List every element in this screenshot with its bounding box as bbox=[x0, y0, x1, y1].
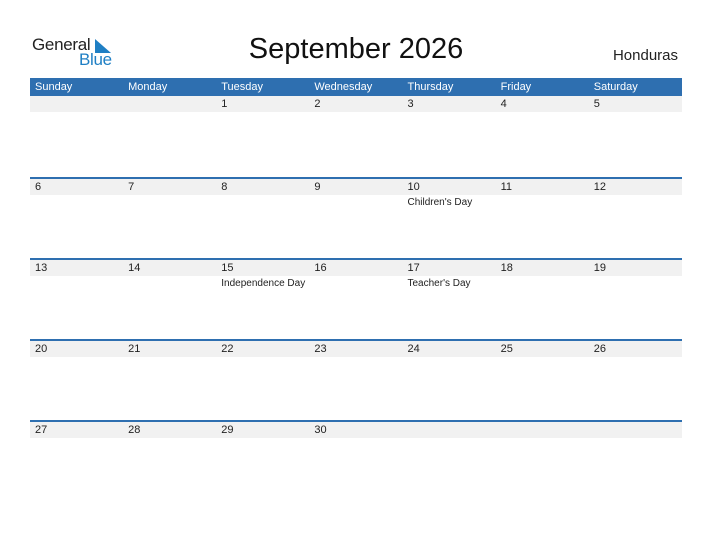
day-number: 18 bbox=[500, 262, 513, 274]
day-number: 22 bbox=[221, 343, 234, 355]
day-number: 15 bbox=[221, 262, 234, 274]
date-band bbox=[495, 422, 589, 438]
day-cell: 6 bbox=[30, 179, 124, 258]
day-number: 20 bbox=[35, 343, 48, 355]
day-number: 12 bbox=[593, 181, 606, 193]
day-cell bbox=[402, 422, 496, 501]
date-band bbox=[402, 96, 496, 112]
weekday-thursday: Thursday bbox=[407, 81, 454, 93]
day-number: 29 bbox=[221, 424, 234, 436]
day-number: 19 bbox=[593, 262, 606, 274]
holiday-label: Independence Day bbox=[221, 278, 306, 289]
day-cell: 28 bbox=[123, 422, 217, 501]
day-number: 16 bbox=[314, 262, 327, 274]
day-cell bbox=[588, 422, 682, 501]
day-number: 28 bbox=[128, 424, 141, 436]
week-row: 1 2 3 4 5 bbox=[30, 96, 682, 177]
day-cell bbox=[123, 96, 217, 177]
day-cell: 13 bbox=[30, 260, 124, 339]
date-band bbox=[30, 96, 124, 112]
day-number: 11 bbox=[500, 181, 513, 193]
week-row: 6 7 8 9 10 Children's Day 11 12 bbox=[30, 177, 682, 258]
day-number: 25 bbox=[500, 343, 513, 355]
day-cell: 9 bbox=[309, 179, 403, 258]
country-label: Honduras bbox=[612, 47, 678, 64]
day-number: 21 bbox=[128, 343, 141, 355]
day-cell: 21 bbox=[123, 341, 217, 420]
day-cell: 20 bbox=[30, 341, 124, 420]
day-number: 3 bbox=[407, 98, 414, 110]
day-number: 4 bbox=[500, 98, 507, 110]
week-row: 27 28 29 30 bbox=[30, 420, 682, 501]
week-row: 13 14 15 Independence Day 16 17 Teacher's Day 1… bbox=[30, 258, 682, 339]
day-cell: 27 bbox=[30, 422, 124, 501]
date-band bbox=[402, 422, 496, 438]
calendar-grid: Sunday Monday Tuesday Wednesday Thursday… bbox=[30, 78, 682, 501]
day-cell bbox=[495, 422, 589, 501]
day-cell: 14 bbox=[123, 260, 217, 339]
weekday-wednesday: Wednesday bbox=[314, 81, 373, 93]
day-number: 23 bbox=[314, 343, 327, 355]
day-number: 9 bbox=[314, 181, 321, 193]
weekday-tuesday: Tuesday bbox=[221, 81, 264, 93]
day-cell: 22 bbox=[216, 341, 310, 420]
day-cell: 17 Teacher's Day bbox=[402, 260, 496, 339]
day-cell: 2 bbox=[309, 96, 403, 177]
day-cell bbox=[30, 96, 124, 177]
day-cell: 15 Independence Day bbox=[216, 260, 310, 339]
day-number: 5 bbox=[593, 98, 600, 110]
day-cell: 23 bbox=[309, 341, 403, 420]
page-title: September 2026 bbox=[248, 33, 464, 65]
day-cell: 4 bbox=[495, 96, 589, 177]
day-cell: 7 bbox=[123, 179, 217, 258]
weekday-friday: Friday bbox=[500, 81, 532, 93]
day-cell: 8 bbox=[216, 179, 310, 258]
day-cell: 1 bbox=[216, 96, 310, 177]
weekday-sunday: Sunday bbox=[35, 81, 73, 93]
day-cell: 16 bbox=[309, 260, 403, 339]
date-band bbox=[123, 179, 217, 195]
day-number: 14 bbox=[128, 262, 141, 274]
day-number: 24 bbox=[407, 343, 420, 355]
day-number: 26 bbox=[593, 343, 606, 355]
weekday-saturday: Saturday bbox=[593, 81, 638, 93]
day-cell: 5 bbox=[588, 96, 682, 177]
date-band bbox=[309, 96, 403, 112]
date-band bbox=[588, 96, 682, 112]
weeks-container: 1 2 3 4 5 6 7 8 9 10 Children's Day 11 12 13 14 15 Indep… bbox=[30, 96, 682, 501]
day-number: 2 bbox=[314, 98, 321, 110]
date-band bbox=[123, 96, 217, 112]
holiday-label: Teacher's Day bbox=[407, 278, 471, 289]
day-cell: 3 bbox=[402, 96, 496, 177]
date-band bbox=[216, 96, 310, 112]
day-number: 13 bbox=[35, 262, 48, 274]
date-band bbox=[495, 96, 589, 112]
day-cell: 30 bbox=[309, 422, 403, 501]
day-cell: 10 Children's Day bbox=[402, 179, 496, 258]
day-number: 27 bbox=[35, 424, 48, 436]
day-number: 6 bbox=[35, 181, 42, 193]
date-band bbox=[216, 179, 310, 195]
day-cell: 29 bbox=[216, 422, 310, 501]
day-cell: 11 bbox=[495, 179, 589, 258]
day-number: 10 bbox=[407, 181, 420, 193]
day-cell: 19 bbox=[588, 260, 682, 339]
day-number: 30 bbox=[314, 424, 327, 436]
weekday-monday: Monday bbox=[128, 81, 168, 93]
weekday-header: Sunday Monday Tuesday Wednesday Thursday… bbox=[30, 78, 682, 96]
date-band bbox=[588, 422, 682, 438]
day-cell: 18 bbox=[495, 260, 589, 339]
day-cell: 24 bbox=[402, 341, 496, 420]
day-cell: 25 bbox=[495, 341, 589, 420]
day-number: 17 bbox=[407, 262, 420, 274]
day-number: 7 bbox=[128, 181, 135, 193]
day-number: 8 bbox=[221, 181, 228, 193]
day-number: 1 bbox=[221, 98, 228, 110]
date-band bbox=[309, 179, 403, 195]
day-cell: 12 bbox=[588, 179, 682, 258]
date-band bbox=[30, 179, 124, 195]
holiday-label: Children's Day bbox=[407, 197, 473, 208]
week-row: 20 21 22 23 24 25 26 bbox=[30, 339, 682, 420]
day-cell: 26 bbox=[588, 341, 682, 420]
